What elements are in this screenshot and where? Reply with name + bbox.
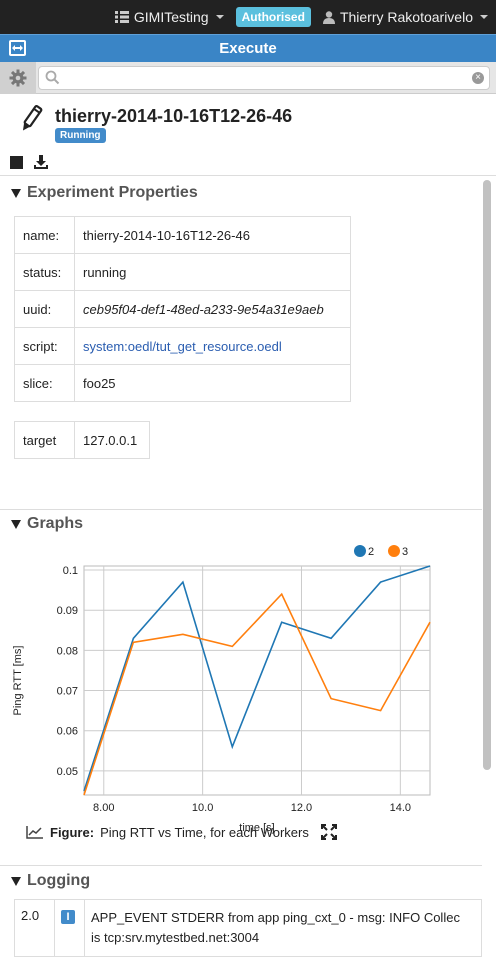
- section-title: Experiment Properties: [27, 184, 198, 201]
- stop-icon[interactable]: [10, 156, 23, 169]
- x-tick-label: 10.0: [192, 802, 213, 814]
- property-key: slice:: [14, 364, 75, 402]
- experiment-title: thierry-2014-10-16T12-26-46: [55, 106, 293, 126]
- target-table: target 127.0.0.1: [14, 421, 150, 459]
- collapse-triangle-icon: [11, 876, 21, 886]
- info-badge: I: [61, 910, 75, 924]
- script-link[interactable]: system:oedl/tut_get_resource.oedl: [74, 327, 351, 365]
- y-axis-label: Ping RTT [ms]: [12, 646, 24, 716]
- experiment-header: thierry-2014-10-16T12-26-46 Running: [0, 94, 496, 150]
- pencil-icon: [22, 105, 43, 131]
- legend-label-3: 3: [402, 546, 408, 558]
- table-row: status: running: [14, 253, 351, 291]
- table-row: 2.0 I APP_EVENT STDERR from app ping_cxt…: [14, 899, 482, 957]
- chevron-down-icon: [215, 15, 224, 19]
- section-title: Logging: [27, 872, 91, 889]
- property-key: name:: [14, 216, 75, 254]
- log-message: APP_EVENT STDERR from app ping_cxt_0 - m…: [84, 899, 482, 957]
- user-icon: [322, 10, 335, 24]
- figure-caption-text: Ping RTT vs Time, for each Workers: [100, 824, 309, 840]
- collapse-triangle-icon: [11, 188, 21, 198]
- fullscreen-icon[interactable]: [320, 824, 337, 840]
- y-tick-label: 0.05: [57, 766, 78, 778]
- legend-label-2: 2: [368, 546, 374, 558]
- chevron-down-icon: [480, 15, 488, 19]
- property-value: foo25: [74, 364, 351, 402]
- plot-area: [83, 565, 431, 796]
- y-tick-label: 0.09: [57, 605, 78, 617]
- property-key: uuid:: [14, 290, 75, 328]
- scroll-content: Experiment Properties name: thierry-2014…: [0, 176, 482, 961]
- search-input[interactable]: [65, 69, 465, 87]
- user-menu[interactable]: Thierry Rakotoarivelo: [322, 9, 488, 25]
- y-tick-label: 0.08: [57, 645, 78, 657]
- search-box: ×: [38, 66, 490, 90]
- properties-table: name: thierry-2014-10-16T12-26-46 status…: [14, 216, 351, 402]
- log-time: 2.0: [14, 899, 55, 957]
- panel-header: Execute: [0, 34, 496, 62]
- legend-marker-3: [388, 545, 400, 557]
- y-tick-label: 0.06: [57, 726, 78, 738]
- figure-label: Figure:: [50, 824, 95, 840]
- x-tick-label: 8.00: [93, 802, 114, 814]
- property-key: target: [14, 421, 75, 459]
- scrollbar-thumb[interactable]: [483, 180, 491, 770]
- table-row: slice: foo25: [14, 364, 351, 402]
- gear-icon: [9, 69, 27, 87]
- figure-caption: Figure: Ping RTT vs Time, for each Worke…: [26, 822, 337, 842]
- user-name: Thierry Rakotoarivelo: [339, 9, 473, 25]
- status-badge: Running: [55, 128, 106, 143]
- search-icon: [45, 70, 60, 85]
- y-tick-label: 0.07: [57, 686, 78, 698]
- scrollbar[interactable]: [483, 178, 491, 961]
- x-tick-label: 12.0: [291, 802, 312, 814]
- y-tick-label: 0.1: [63, 565, 78, 577]
- project-menu[interactable]: GIMITesting: [114, 9, 224, 25]
- action-bar: [0, 150, 496, 176]
- table-row: script: system:oedl/tut_get_resource.oed…: [14, 327, 351, 365]
- property-value: running: [74, 253, 351, 291]
- clear-search-icon[interactable]: ×: [472, 72, 484, 84]
- download-icon[interactable]: [33, 154, 49, 170]
- log-level-cell: I: [54, 899, 85, 957]
- ping-rtt-chart: 0.050.060.070.080.090.18.00 10.0 12.0 14.0t…: [12, 545, 431, 834]
- project-name: GIMITesting: [133, 9, 209, 25]
- property-value: thierry-2014-10-16T12-26-46: [74, 216, 351, 254]
- log-message-line: APP_EVENT STDERR from app ping_cxt_0 - m…: [91, 910, 460, 925]
- property-value: ceb95f04-def1-48ed-a233-9e54a31e9aeb: [74, 290, 351, 328]
- settings-button[interactable]: [0, 62, 36, 94]
- section-logging[interactable]: Logging: [0, 866, 482, 896]
- legend-marker-2: [354, 545, 366, 557]
- log-table: 2.0 I APP_EVENT STDERR from app ping_cxt…: [14, 899, 482, 957]
- x-tick-label: 14.0: [390, 802, 411, 814]
- top-navbar: GIMITesting Authorised Thierry Rakotoari…: [0, 0, 496, 34]
- table-row: uuid: ceb95f04-def1-48ed-a233-9e54a31e9a…: [14, 290, 351, 328]
- table-row: target 127.0.0.1: [14, 421, 150, 459]
- table-row: name: thierry-2014-10-16T12-26-46: [14, 216, 351, 254]
- collapse-triangle-icon: [11, 519, 21, 529]
- property-key: script:: [14, 327, 75, 365]
- search-toolbar: ×: [0, 62, 496, 94]
- property-value: 127.0.0.1: [74, 421, 150, 459]
- expand-icon[interactable]: [9, 40, 26, 56]
- auth-badge: Authorised: [235, 7, 311, 27]
- log-message-line: is tcp:srv.mytestbed.net:3004: [91, 930, 260, 945]
- panel-title: Execute: [219, 40, 277, 57]
- line-chart-icon: [26, 826, 43, 839]
- property-key: status:: [14, 253, 75, 291]
- grid-icon: [114, 11, 129, 23]
- section-experiment-properties[interactable]: Experiment Properties: [0, 178, 482, 208]
